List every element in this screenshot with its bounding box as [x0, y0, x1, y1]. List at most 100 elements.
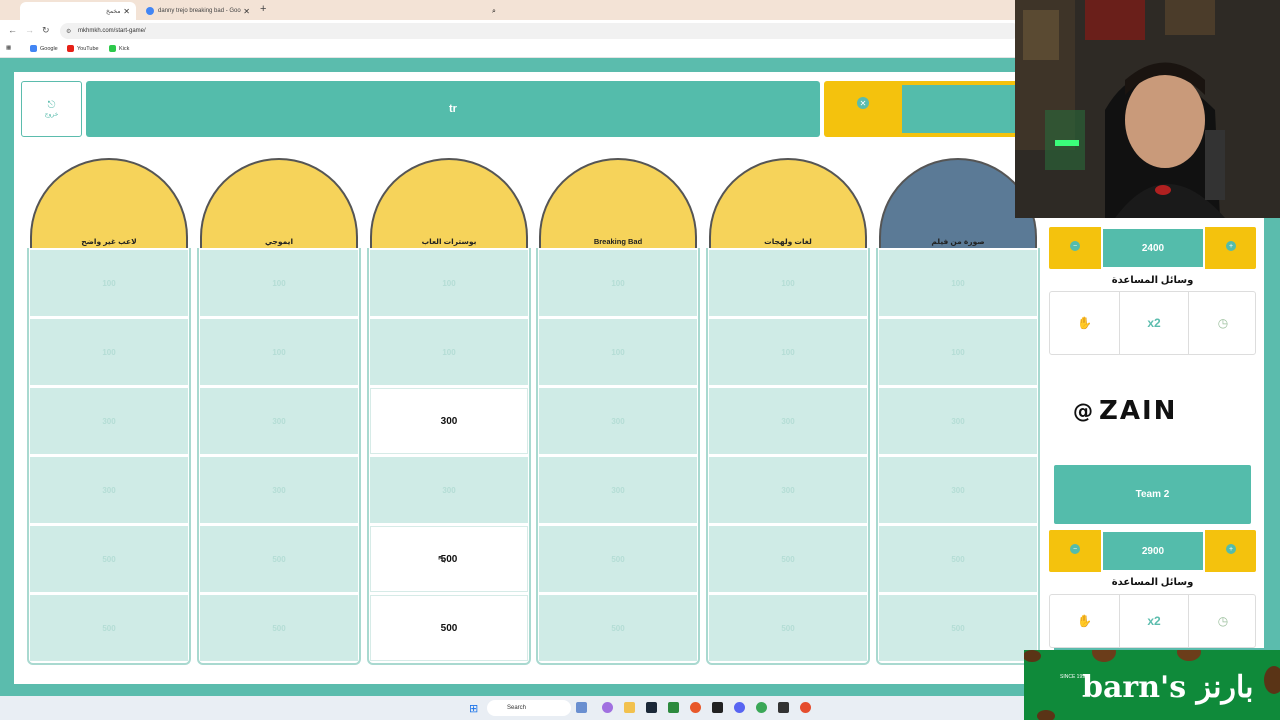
close-icon[interactable]: ✕	[243, 7, 250, 16]
app-icon[interactable]	[668, 702, 679, 713]
category-label: لاعب غير واضح	[81, 237, 137, 246]
question-cell[interactable]: 300	[370, 457, 528, 523]
team2-score-row: − 2900 +	[1049, 530, 1256, 572]
team2-score: 2900	[1101, 530, 1205, 572]
question-cell[interactable]: 100	[370, 319, 528, 385]
question-cell[interactable]: 100	[30, 250, 188, 316]
chrome-icon[interactable]	[756, 702, 767, 713]
question-cell[interactable]: 500	[200, 526, 358, 592]
question-cell[interactable]: 300	[879, 388, 1037, 454]
team2-help-box: ✋ x2 ◷	[1049, 594, 1256, 648]
double-points-button[interactable]: x2	[1119, 595, 1188, 647]
timer-icon[interactable]: ◷	[1188, 595, 1257, 647]
question-cell[interactable]: 300	[370, 388, 528, 454]
timer-icon[interactable]: ◷	[1188, 292, 1257, 354]
windows-start-icon[interactable]: ⊞	[469, 702, 478, 715]
decrement-icon[interactable]: −	[1070, 544, 1080, 554]
double-points-button[interactable]: x2	[1119, 292, 1188, 354]
copilot-icon[interactable]	[602, 702, 613, 713]
bookmark-youtube[interactable]: YouTube	[67, 45, 99, 52]
question-cell[interactable]: 100	[709, 319, 867, 385]
taskbar-search[interactable]: Search	[487, 700, 571, 716]
team1-help-box: ✋ x2 ◷	[1049, 291, 1256, 355]
tab-label: مخمخ	[106, 8, 121, 15]
category-label: Breaking Bad	[593, 237, 643, 246]
question-cell[interactable]: 100	[539, 319, 697, 385]
question-cell[interactable]: 300	[30, 388, 188, 454]
tab-search[interactable]: danny trejo breaking bad - Goo ✕	[138, 2, 256, 20]
increment-icon[interactable]: +	[1226, 544, 1236, 554]
zain-logo-text: ZAIN	[1099, 396, 1178, 426]
question-cell[interactable]: 500	[200, 595, 358, 661]
apps-icon[interactable]: ▦	[6, 45, 11, 51]
question-cell[interactable]: 500	[879, 526, 1037, 592]
exit-label: خروج	[44, 111, 59, 118]
team1-help-title: وسائل المساعدة	[1111, 275, 1194, 286]
question-cell[interactable]: 100	[879, 250, 1037, 316]
firefox-icon[interactable]	[690, 702, 701, 713]
url-field[interactable]: mkhmkh.com/start-game/	[60, 23, 1020, 39]
hand-icon[interactable]: ✋	[1050, 292, 1119, 354]
search-icon: ⌕	[492, 8, 496, 15]
question-cell[interactable]: 300	[200, 457, 358, 523]
question-cell[interactable]: 100	[370, 250, 528, 316]
question-cell[interactable]: 100	[879, 319, 1037, 385]
exit-icon: ⎋	[47, 99, 56, 111]
question-cell[interactable]: 500	[370, 526, 528, 592]
reload-icon[interactable]: ↻	[42, 25, 50, 36]
steam-icon[interactable]	[646, 702, 657, 713]
sponsor-banner: SINCE 1992 barn's بارنز	[1024, 650, 1280, 720]
question-cell[interactable]: 100	[200, 250, 358, 316]
category-label: بوسترات العاب	[421, 237, 477, 246]
question-cell[interactable]: 100	[30, 319, 188, 385]
app-icon[interactable]	[576, 702, 587, 713]
category-label: ايموجي	[264, 237, 294, 246]
forward-icon[interactable]: →	[25, 25, 34, 35]
question-cell[interactable]: 100	[200, 319, 358, 385]
zain-swirl-icon: @	[1073, 399, 1095, 423]
back-icon[interactable]: ←	[8, 25, 17, 35]
decrement-icon[interactable]: −	[1070, 241, 1080, 251]
question-cell[interactable]: 500	[879, 595, 1037, 661]
question-cell[interactable]: 500	[370, 595, 528, 661]
question-cell[interactable]: 500	[30, 526, 188, 592]
team2-help-title: وسائل المساعدة	[1111, 577, 1194, 588]
site-info-icon[interactable]: ⚙	[66, 28, 71, 35]
team2-name[interactable]: Team 2	[1054, 465, 1251, 524]
question-cell[interactable]: 500	[539, 526, 697, 592]
question-cell[interactable]: 500	[709, 526, 867, 592]
question-cell[interactable]: 500	[709, 595, 867, 661]
question-cell[interactable]: 300	[709, 457, 867, 523]
new-tab-icon[interactable]: +	[260, 3, 266, 15]
switch-turn-icon[interactable]: ✕	[857, 97, 869, 109]
bookmark-label: YouTube	[77, 45, 99, 52]
app-icon[interactable]	[778, 702, 789, 713]
game-title-text: tr	[449, 103, 457, 115]
question-cell[interactable]: 100	[539, 250, 697, 316]
chrome-icon[interactable]	[800, 702, 811, 713]
bookmark-kick[interactable]: Kick	[109, 45, 129, 52]
zain-logo: @ ZAIN	[1073, 396, 1233, 426]
question-cell[interactable]: 300	[709, 388, 867, 454]
question-cell[interactable]: 300	[539, 388, 697, 454]
question-cell[interactable]: 300	[539, 457, 697, 523]
team1-score: 2400	[1101, 227, 1205, 269]
file-explorer-icon[interactable]	[624, 702, 635, 713]
question-cell[interactable]: 100	[709, 250, 867, 316]
hand-icon[interactable]: ✋	[1050, 595, 1119, 647]
game-title: tr	[86, 81, 820, 137]
question-cell[interactable]: 300	[200, 388, 358, 454]
increment-icon[interactable]: +	[1226, 241, 1236, 251]
question-cell[interactable]: 300	[879, 457, 1037, 523]
tab-game[interactable]: مخمخ ✕	[20, 2, 136, 20]
close-icon[interactable]: ✕	[123, 7, 130, 16]
exit-button[interactable]: ⎋ خروج	[21, 81, 82, 137]
question-cell[interactable]: 300	[30, 457, 188, 523]
bookmark-google[interactable]: Google	[30, 45, 58, 52]
question-cell[interactable]: 500	[30, 595, 188, 661]
bookmark-label: Kick	[119, 45, 130, 52]
discord-icon[interactable]	[734, 702, 745, 713]
question-cell[interactable]: 500	[539, 595, 697, 661]
kick-icon	[109, 45, 116, 52]
capcut-icon[interactable]	[712, 702, 723, 713]
